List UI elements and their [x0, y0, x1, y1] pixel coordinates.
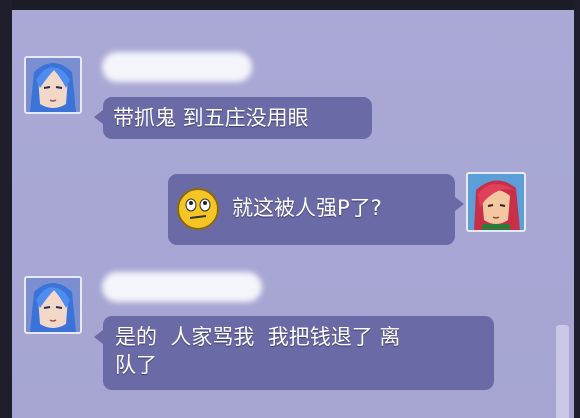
- npc-blue-hair-avatar[interactable]: [24, 56, 82, 114]
- bubble-tail: [94, 330, 103, 344]
- message-text: 是的 人家骂我 我把钱退了 离 队了: [115, 325, 401, 377]
- chat-message-bubble: 就这被人强P了?: [168, 174, 455, 245]
- sender-name-redacted: [102, 52, 252, 82]
- window-left-frame: [0, 0, 12, 418]
- rolling-eyes-emoji-icon: [176, 187, 220, 238]
- window-right-frame: [574, 0, 580, 418]
- window-top-frame: [0, 0, 580, 10]
- chat-message-bubble: 是的 人家骂我 我把钱退了 离 队了: [103, 316, 494, 390]
- message-text: 就这被人强P了?: [232, 196, 382, 220]
- message-text: 带抓鬼 到五庄没用眼: [113, 106, 309, 130]
- sender-name-redacted: [102, 272, 262, 302]
- chat-message-bubble: 带抓鬼 到五庄没用眼: [103, 97, 372, 139]
- chat-scrollbar[interactable]: [556, 325, 569, 418]
- player-red-hair-avatar[interactable]: [466, 172, 526, 232]
- bubble-tail: [94, 110, 103, 124]
- npc-blue-hair-avatar[interactable]: [24, 276, 82, 334]
- bubble-tail: [455, 197, 464, 211]
